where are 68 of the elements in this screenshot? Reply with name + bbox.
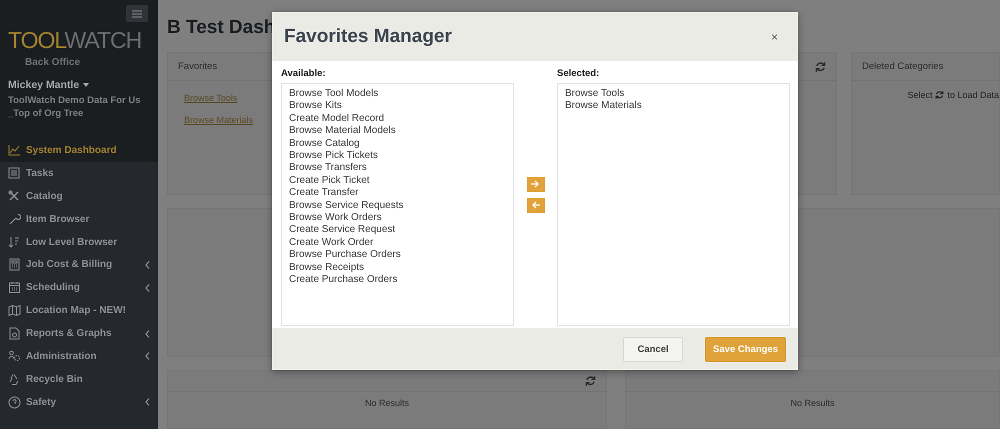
list-option[interactable]: Create Transfer (289, 187, 358, 198)
nav-item[interactable]: Job Cost & Billing (0, 253, 158, 276)
list-option[interactable]: Create Service Request (289, 224, 396, 236)
list-option[interactable]: Browse Catalog (289, 138, 360, 149)
org-label: _Top of Org Tree (8, 107, 84, 120)
nav-item[interactable]: Recycle Bin (0, 368, 158, 391)
card-title: Deleted Categories (862, 61, 944, 72)
list-option[interactable]: Create Work Order (289, 236, 374, 248)
logo: TOOLWATCH (8, 26, 142, 55)
help-icon (8, 396, 21, 409)
add-button[interactable] (526, 176, 544, 192)
nav-item[interactable]: Administration (0, 345, 158, 368)
nav-item[interactable]: Tasks (0, 162, 158, 185)
list-option[interactable]: Browse Tools (565, 88, 624, 99)
list-option[interactable]: Browse Transfers (289, 162, 367, 174)
close-button[interactable]: × (768, 30, 780, 42)
list-label: Selected: (557, 68, 600, 81)
tools-icon (8, 190, 21, 203)
user-name[interactable]: Mickey Mantle (8, 79, 80, 91)
list-option[interactable]: Browse Materials (565, 100, 642, 112)
org-label: ToolWatch Demo Data For Us (8, 94, 142, 107)
wrench-icon (8, 212, 21, 226)
nav-item[interactable]: Scheduling (0, 276, 158, 300)
calendar-icon (8, 281, 21, 294)
remove-button[interactable] (526, 198, 544, 212)
list-option[interactable]: Browse Receipts (289, 262, 364, 273)
nav-item[interactable]: System Dashboard (0, 139, 158, 162)
card-title: Favorites (178, 61, 218, 72)
nav-item[interactable]: Low Level Browser (0, 230, 158, 254)
refresh-icon[interactable] (815, 60, 826, 72)
hint-text: Select (907, 90, 932, 100)
list-option[interactable]: Browse Kits (289, 100, 342, 112)
list-option[interactable]: Browse Material Models (289, 125, 396, 136)
list-icon (8, 166, 21, 180)
list-option[interactable]: Browse Tool Models (289, 88, 378, 99)
list-label: Available: (281, 68, 327, 81)
nav-item[interactable]: Safety (0, 390, 158, 414)
nav-item[interactable]: Catalog (0, 184, 158, 208)
list-option[interactable]: Create Model Record (289, 112, 384, 124)
list-option[interactable]: Create Purchase Orders (289, 274, 398, 286)
report-icon (8, 327, 21, 340)
refresh-icon (935, 90, 944, 100)
arrow-left-icon (531, 201, 540, 209)
chart-icon (8, 144, 21, 157)
list-option[interactable]: Browse Purchase Orders (289, 249, 401, 260)
map-icon (8, 304, 21, 318)
list-option[interactable]: Browse Service Requests (289, 200, 404, 211)
menu-button[interactable] (126, 5, 148, 22)
nav-item[interactable]: Reports & Graphs (0, 322, 158, 346)
arrow-right-icon (531, 180, 540, 188)
nav-item[interactable]: Location Map - NEW! (0, 299, 158, 322)
app-subtitle: Back Office (25, 57, 82, 68)
list-option[interactable]: Create Pick Ticket (289, 174, 370, 186)
empty-message: No Results (364, 398, 409, 408)
recycle-icon (8, 372, 21, 386)
refresh-icon[interactable] (585, 375, 596, 388)
modal-title: Favorites Manager (284, 26, 452, 48)
nav-item[interactable]: Item Browser (0, 208, 158, 231)
people-icon (8, 350, 21, 363)
empty-message: No Results (790, 398, 834, 408)
menu-icon (132, 10, 142, 18)
list-option[interactable]: Browse Pick Tickets (289, 150, 378, 162)
calculator-icon (8, 258, 21, 272)
caret-icon (83, 83, 90, 87)
hint-text: to Load Data (947, 90, 999, 100)
cancel-button[interactable]: Cancel (623, 336, 684, 362)
list-option[interactable]: Browse Work Orders (289, 212, 382, 224)
sort-icon (8, 236, 21, 248)
